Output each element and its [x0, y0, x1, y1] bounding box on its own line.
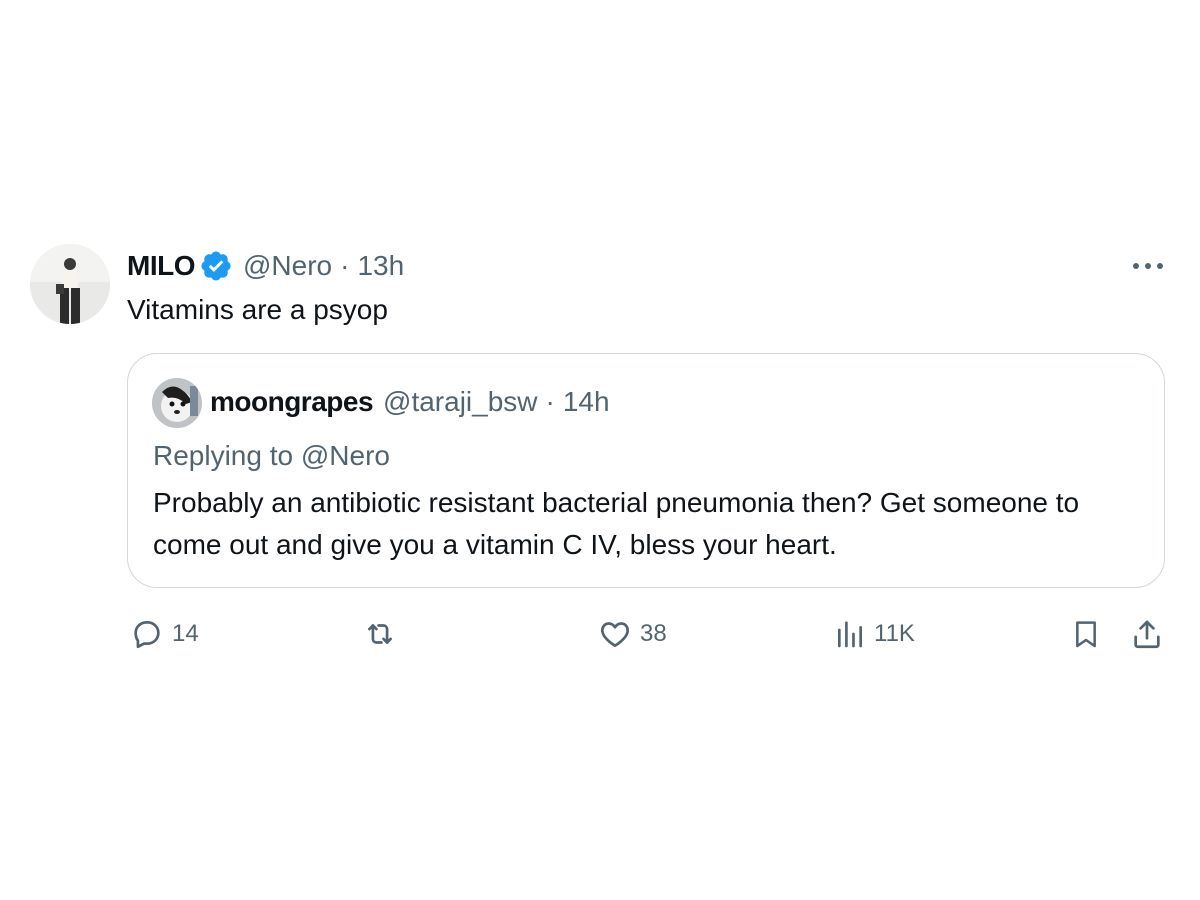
- views-button[interactable]: 11K: [834, 612, 915, 656]
- quoted-tweet-timestamp: 14h: [562, 386, 610, 417]
- reply-count: 14: [172, 620, 199, 647]
- author-display-name[interactable]: MILO: [127, 250, 196, 282]
- tweet-header: MILO @Nero · 13h: [127, 246, 404, 286]
- views-icon: [834, 618, 866, 650]
- views-count: 11K: [874, 620, 915, 647]
- header-separator: ·: [340, 250, 350, 281]
- quoted-replying-to: Replying to @Nero: [153, 440, 390, 471]
- quoted-author-display-name: moongrapes: [210, 386, 374, 417]
- tweet-card: MILO @Nero · 13h Vitamins are a psyop mo…: [0, 0, 1200, 900]
- author-avatar[interactable]: [30, 244, 110, 324]
- bookmark-icon: [1070, 617, 1102, 651]
- share-button[interactable]: [1130, 612, 1164, 656]
- quoted-header-separator: ·: [545, 386, 555, 417]
- reply-icon: [130, 617, 164, 651]
- quoted-author-handle: @taraji_bsw: [383, 386, 538, 417]
- reply-button[interactable]: 14: [130, 612, 199, 656]
- like-icon: [598, 617, 632, 651]
- retweet-button[interactable]: [362, 612, 406, 656]
- tweet-text: Vitamins are a psyop: [127, 294, 388, 325]
- quoted-tweet-header: moongrapes @taraji_bsw · 14h: [210, 382, 610, 422]
- author-handle[interactable]: @Nero: [243, 250, 332, 282]
- more-options-icon[interactable]: [1128, 252, 1168, 280]
- quoted-tweet-text: Probably an antibiotic resistant bacteri…: [153, 487, 1080, 560]
- tweet-timestamp[interactable]: 13h: [357, 250, 404, 282]
- like-button[interactable]: 38: [598, 612, 667, 656]
- share-icon: [1130, 617, 1164, 651]
- quoted-tweet[interactable]: moongrapes @taraji_bsw · 14h Replying to…: [127, 353, 1165, 588]
- quoted-author-avatar: [152, 378, 202, 428]
- tweet-action-bar: 14 38 11K: [0, 612, 1200, 656]
- bookmark-button[interactable]: [1070, 612, 1102, 656]
- like-count: 38: [640, 620, 667, 647]
- verified-badge-icon: [199, 249, 233, 283]
- retweet-icon: [362, 617, 398, 651]
